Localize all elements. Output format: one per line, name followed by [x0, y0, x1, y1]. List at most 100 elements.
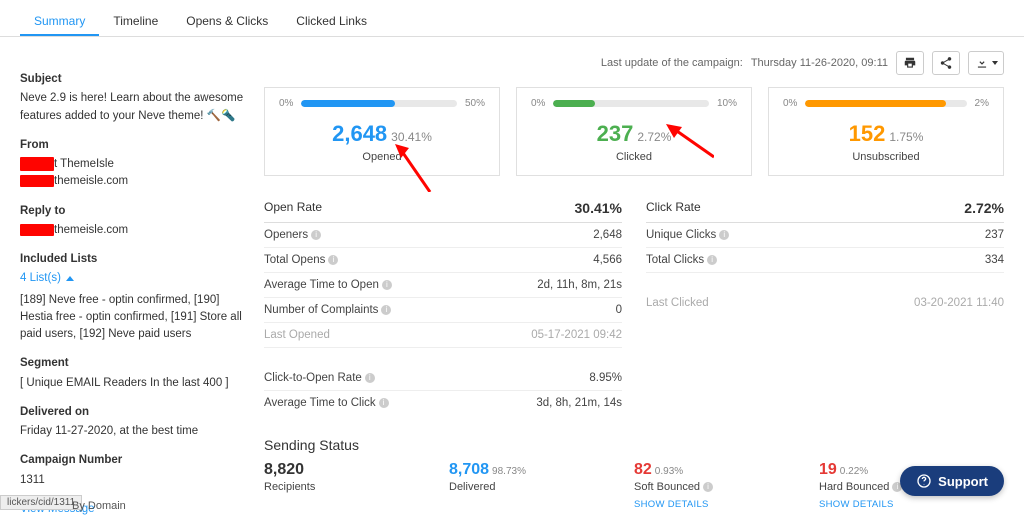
delivered-pct: 98.73%: [492, 466, 526, 477]
campnum-value: 1311: [20, 472, 248, 489]
stats-value: 3d, 8h, 21m, 14s: [536, 397, 622, 409]
stats-key: Average Time to Clicki: [264, 397, 389, 409]
delivered-label: Delivered: [449, 481, 634, 493]
stats-row: Average Time to Clicki 3d, 8h, 21m, 14s: [264, 391, 622, 415]
info-icon: i: [382, 280, 392, 290]
clicked-pct: 2.72%: [637, 130, 671, 144]
stats-value: 237: [985, 229, 1004, 241]
redacted-reply: [20, 224, 54, 236]
lists-toggle[interactable]: 4 List(s): [20, 272, 61, 284]
support-label: Support: [938, 474, 988, 489]
open-rate-title: Open Rate: [264, 200, 322, 216]
stats-key: Total Opensi: [264, 254, 338, 266]
tab-summary[interactable]: Summary: [20, 8, 99, 36]
stats-key: Openersi: [264, 229, 321, 241]
info-icon: i: [379, 398, 389, 408]
stats-row: Total Opensi 4,566: [264, 248, 622, 273]
share-button[interactable]: [932, 51, 960, 75]
info-icon: i: [365, 373, 375, 383]
card-lo: 0%: [279, 98, 293, 109]
click-rate-panel: Click Rate 2.72% Unique Clicksi 237 Total C…: [646, 194, 1004, 415]
soft-count: 82: [634, 461, 652, 478]
lists-label: Included Lists: [20, 251, 248, 268]
sidebar: Subject Neve 2.9 is here! Learn about th…: [20, 71, 248, 530]
stats-row: Total Clicksi 334: [646, 248, 1004, 273]
info-icon: i: [719, 230, 729, 240]
recipients-label: Recipients: [264, 481, 449, 493]
reply-email: themeisle.com: [54, 224, 128, 236]
show-details-hard[interactable]: SHOW DETAILS: [819, 499, 894, 510]
download-button[interactable]: [968, 51, 1004, 75]
show-details-soft[interactable]: SHOW DETAILS: [634, 499, 709, 510]
stats-value: 8.95%: [589, 372, 622, 384]
stats-key: Last Clicked: [646, 297, 709, 309]
stats-key: Total Clicksi: [646, 254, 717, 266]
caret-up-icon: [66, 276, 74, 281]
stats-value: 4,566: [593, 254, 622, 266]
soft-pct: 0.93%: [655, 466, 683, 477]
last-update-label: Last update of the campaign:: [601, 57, 743, 69]
subject-value: Neve 2.9 is here! Learn about the awesom…: [20, 90, 248, 125]
stats-row: Number of Complaintsi0: [264, 298, 622, 323]
stats-value: 03-20-2021 11:40: [914, 297, 1004, 309]
stats-value: 2d, 11h, 8m, 21s: [537, 279, 622, 291]
segment-value: [ Unique EMAIL Readers In the last 400 ]: [20, 375, 248, 392]
soft-label: Soft Bouncedi: [634, 481, 819, 493]
clicked-count: 237: [597, 121, 634, 146]
stats-value: 0: [616, 304, 622, 316]
main: Last update of the campaign: Thursday 11…: [264, 51, 1004, 530]
tab-timeline[interactable]: Timeline: [99, 8, 172, 36]
info-icon: i: [703, 482, 713, 492]
delivered-count: 8,708: [449, 461, 489, 478]
card-lo: 0%: [783, 98, 797, 109]
info-icon: i: [328, 255, 338, 265]
reply-label: Reply to: [20, 203, 248, 220]
stats-key: Click-to-Open Ratei: [264, 372, 375, 384]
card-opened: 0% 50% 2,648 30.41% Opened: [264, 87, 500, 176]
print-button[interactable]: [896, 51, 924, 75]
stats-row: Unique Clicksi 237: [646, 223, 1004, 248]
info-icon: i: [707, 255, 717, 265]
support-button[interactable]: Support: [900, 466, 1004, 496]
opened-label: Opened: [279, 151, 485, 163]
help-icon: [916, 473, 932, 489]
opened-pct: 30.41%: [391, 130, 432, 144]
delivered-label: Delivered on: [20, 404, 248, 421]
stats-key: Last Opened: [264, 329, 330, 341]
chevron-down-icon: [992, 61, 998, 65]
hard-count: 19: [819, 461, 837, 478]
from-name: t ThemeIsle: [54, 158, 114, 170]
unsub-pct: 1.75%: [889, 130, 923, 144]
card-lo: 0%: [531, 98, 545, 109]
card-hi: 50%: [465, 98, 485, 109]
opened-count: 2,648: [332, 121, 387, 146]
recipients-count: 8,820: [264, 461, 449, 479]
redacted-name: [20, 157, 54, 171]
download-icon: [975, 56, 989, 70]
click-rate-title: Click Rate: [646, 200, 701, 216]
tab-clicked-links[interactable]: Clicked Links: [282, 8, 381, 36]
from-email: themeisle.com: [54, 175, 128, 187]
stats-value: 05-17-2021 09:42: [531, 329, 622, 341]
delivered-value: Friday 11-27-2020, at the best time: [20, 423, 248, 440]
tab-opens-clicks[interactable]: Opens & Clicks: [172, 8, 282, 36]
card-unsubscribed: 0%2% 1521.75% Unsubscribed: [768, 87, 1004, 176]
card-hi: 2%: [975, 98, 989, 109]
redacted-email: [20, 175, 54, 187]
click-rate-value: 2.72%: [964, 200, 1004, 216]
sending-title: Sending Status: [264, 437, 1004, 453]
stats-row: Last Clicked 03-20-2021 11:40: [646, 291, 1004, 315]
lists-detail: [189] Neve free - optin confirmed, [190]…: [20, 292, 248, 344]
stats-key: Unique Clicksi: [646, 229, 729, 241]
tabs: Summary Timeline Opens & Clicks Clicked …: [0, 8, 1024, 37]
share-icon: [939, 56, 953, 70]
from-label: From: [20, 137, 248, 154]
hard-pct: 0.22%: [840, 466, 868, 477]
stats-key: Average Time to Openi: [264, 279, 392, 291]
stats-value: 334: [985, 254, 1004, 266]
unsub-label: Unsubscribed: [783, 151, 989, 163]
open-rate-panel: Open Rate 30.41% Openersi 2,648 Total Opens…: [264, 194, 622, 415]
sending-status: Sending Status 8,820 Recipients 8,70898.…: [264, 437, 1004, 510]
open-rate-value: 30.41%: [575, 200, 622, 216]
stats-value: 2,648: [593, 229, 622, 241]
